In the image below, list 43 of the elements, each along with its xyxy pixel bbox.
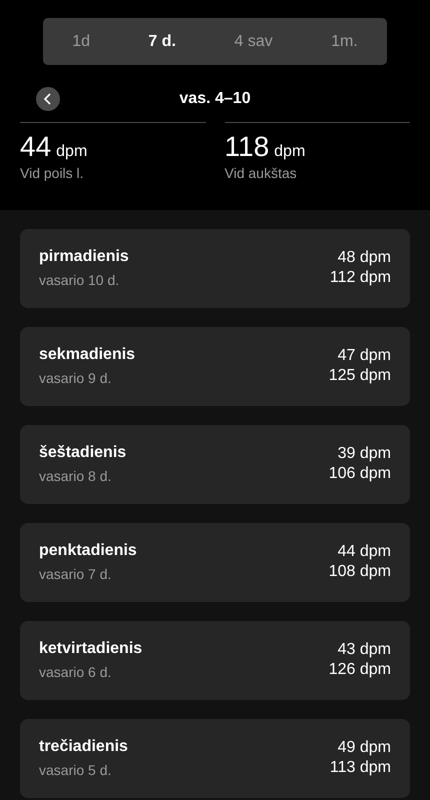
day-name: sekmadienis: [39, 346, 136, 364]
high-rate: 106 dpm: [328, 464, 391, 484]
day-date: vasario 10 d.: [39, 272, 120, 288]
resting-rate: 44 dpm: [338, 542, 391, 562]
day-date: vasario 9 d.: [39, 370, 112, 386]
day-name: penktadienis: [39, 542, 137, 560]
day-card[interactable]: pirmadienis vasario 10 d. 48 dpm 112 dpm: [20, 229, 410, 308]
stat-unit: dpm: [56, 143, 88, 160]
day-card[interactable]: trečiadienis vasario 5 d. 49 dpm 113 dpm: [20, 719, 410, 798]
high-rate: 112 dpm: [330, 268, 391, 288]
resting-rate: 39 dpm: [338, 444, 391, 464]
period-tab[interactable]: 1d: [66, 28, 96, 54]
high-rate: 108 dpm: [328, 562, 391, 582]
day-date: vasario 5 d.: [39, 762, 112, 778]
day-card[interactable]: sekmadienis vasario 9 d. 47 dpm 125 dpm: [20, 327, 410, 406]
day-name: trečiadienis: [39, 738, 128, 756]
day-date: vasario 7 d.: [39, 566, 112, 582]
stat-value: 118: [224, 131, 270, 162]
back-button[interactable]: [36, 87, 60, 111]
high-rate: 125 dpm: [328, 366, 391, 386]
day-date: vasario 8 d.: [39, 468, 112, 484]
period-tab[interactable]: 1m.: [325, 28, 364, 54]
day-date: vasario 6 d.: [39, 664, 112, 680]
period-title: vas. 4–10: [178, 90, 252, 108]
day-card[interactable]: penktadienis vasario 7 d. 44 dpm 108 dpm: [20, 523, 410, 602]
day-card[interactable]: šeštadienis vasario 8 d. 39 dpm 106 dpm: [20, 425, 410, 504]
day-card[interactable]: ketvirtadienis vasario 6 d. 43 dpm 126 dpm: [20, 621, 410, 700]
day-name: ketvirtadienis: [39, 640, 142, 658]
stat-label: Vid aukštas: [224, 165, 298, 181]
resting-rate: 47 dpm: [338, 346, 391, 366]
day-name: šeštadienis: [39, 444, 126, 462]
high-rate: 113 dpm: [330, 758, 391, 778]
resting-rate: 48 dpm: [338, 248, 391, 268]
high-rate: 126 dpm: [328, 660, 391, 680]
stat-value: 44: [20, 131, 52, 162]
stat-unit: dpm: [274, 143, 306, 160]
period-tab[interactable]: 4 sav: [228, 28, 279, 54]
stat-label: Vid poils l.: [20, 165, 85, 181]
resting-rate: 49 dpm: [338, 738, 391, 758]
chevron-left-icon: [43, 93, 53, 105]
resting-rate: 43 dpm: [338, 640, 391, 660]
day-name: pirmadienis: [39, 248, 129, 266]
period-tab[interactable]: 7 d.: [142, 28, 182, 54]
